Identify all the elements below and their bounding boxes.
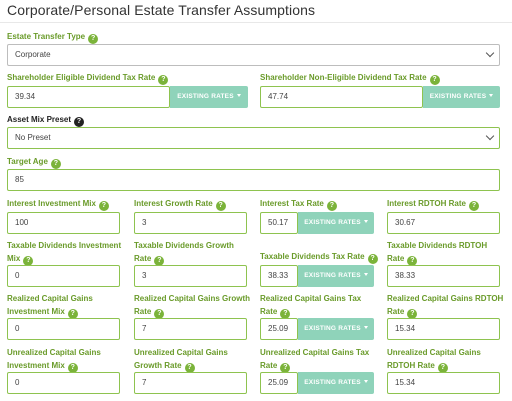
help-icon[interactable]: ?: [215, 201, 226, 211]
asset-mix-preset-label: Asset Mix Preset?: [7, 113, 85, 127]
shareholder-non-eligible-input[interactable]: 47.74: [260, 86, 423, 108]
taxable-div-investment-mix-label: Taxable Dividends Investment Mix?: [7, 241, 122, 266]
help-icon[interactable]: ?: [74, 117, 85, 127]
shareholder-non-eligible-label: Shareholder Non-Eligible Dividend Tax Ra…: [260, 71, 440, 85]
existing-rates-button[interactable]: EXISTING RATES: [298, 265, 374, 287]
interest-tax-rate-label: Interest Tax Rate?: [260, 197, 337, 211]
interest-growth-rate-input[interactable]: 3: [134, 212, 247, 234]
realized-cg-rdtoh-rate-label: Realized Capital Gains RDTOH Rate?: [387, 294, 504, 319]
caret-down-icon: [363, 380, 368, 383]
help-icon[interactable]: ?: [468, 201, 479, 211]
target-age-input[interactable]: 85: [7, 169, 500, 191]
taxable-div-investment-mix-input[interactable]: 0: [7, 265, 120, 287]
taxable-div-rdtoh-rate-label: Taxable Dividends RDTOH Rate?: [387, 241, 488, 266]
realized-cg-tax-rate-label: Realized Capital Gains Tax Rate?: [260, 294, 362, 319]
unrealized-cg-tax-rate-label: Unrealized Capital Gains Tax Rate?: [260, 348, 370, 373]
taxable-div-growth-rate-input[interactable]: 3: [134, 265, 247, 287]
interest-rdtoh-rate-label: Interest RDTOH Rate?: [387, 197, 479, 211]
interest-investment-mix-label: Interest Investment Mix?: [7, 197, 109, 211]
taxable-div-growth-rate-label: Taxable Dividends Growth Rate?: [134, 241, 234, 266]
interest-investment-mix-input[interactable]: 100: [7, 212, 120, 234]
unrealized-cg-growth-rate-label: Unrealized Capital Gains Growth Rate?: [134, 348, 228, 373]
title-divider: [0, 22, 512, 23]
target-age-label: Target Age?: [7, 155, 61, 169]
realized-cg-investment-mix-label: Realized Capital Gains Investment Mix?: [7, 294, 93, 319]
existing-rates-button[interactable]: EXISTING RATES: [298, 318, 374, 340]
realized-cg-tax-rate-input[interactable]: 25.09: [260, 318, 298, 340]
estate-transfer-type-select[interactable]: Corporate: [7, 44, 500, 66]
interest-tax-rate-input[interactable]: 50.17: [260, 212, 298, 234]
realized-cg-growth-rate-label: Realized Capital Gains Growth Rate?: [134, 294, 251, 319]
help-icon[interactable]: ?: [98, 201, 109, 211]
taxable-div-tax-rate-label: Taxable Dividends Tax Rate?: [260, 250, 378, 264]
help-icon[interactable]: ?: [158, 75, 169, 85]
help-icon[interactable]: ?: [326, 201, 337, 211]
chevron-down-icon: [485, 131, 495, 141]
caret-down-icon: [489, 94, 494, 97]
unrealized-cg-rdtoh-rate-label: Unrealized Capital Gains RDTOH Rate?: [387, 348, 481, 373]
realized-cg-rdtoh-rate-input[interactable]: 15.34: [387, 318, 500, 340]
unrealized-cg-rdtoh-rate-input[interactable]: 15.34: [387, 372, 500, 394]
realized-cg-investment-mix-input[interactable]: 0: [7, 318, 120, 340]
caret-down-icon: [363, 326, 368, 329]
caret-down-icon: [363, 273, 368, 276]
interest-growth-rate-label: Interest Growth Rate?: [134, 197, 226, 211]
help-icon[interactable]: ?: [367, 254, 378, 264]
caret-down-icon: [236, 94, 241, 97]
existing-rates-button[interactable]: EXISTING RATES: [423, 86, 500, 108]
existing-rates-button[interactable]: EXISTING RATES: [170, 86, 248, 108]
taxable-div-rdtoh-rate-input[interactable]: 38.33: [387, 265, 500, 287]
unrealized-cg-investment-mix-input[interactable]: 0: [7, 372, 120, 394]
chevron-down-icon: [485, 48, 495, 58]
shareholder-eligible-input[interactable]: 39.34: [7, 86, 170, 108]
taxable-div-tax-rate-input[interactable]: 38.33: [260, 265, 298, 287]
existing-rates-button[interactable]: EXISTING RATES: [298, 372, 374, 394]
help-icon[interactable]: ?: [88, 34, 99, 44]
shareholder-eligible-label: Shareholder Eligible Dividend Tax Rate?: [7, 71, 169, 85]
help-icon[interactable]: ?: [50, 159, 61, 169]
asset-mix-preset-select[interactable]: No Preset: [7, 127, 500, 149]
help-icon[interactable]: ?: [429, 75, 440, 85]
estate-transfer-type-label: Estate Transfer Type?: [7, 30, 99, 44]
unrealized-cg-tax-rate-input[interactable]: 25.09: [260, 372, 298, 394]
unrealized-cg-growth-rate-input[interactable]: 7: [134, 372, 247, 394]
existing-rates-button[interactable]: EXISTING RATES: [298, 212, 374, 234]
page-title: Corporate/Personal Estate Transfer Assum…: [7, 2, 316, 18]
interest-rdtoh-rate-input[interactable]: 30.67: [387, 212, 500, 234]
caret-down-icon: [363, 220, 368, 223]
realized-cg-growth-rate-input[interactable]: 7: [134, 318, 247, 340]
unrealized-cg-investment-mix-label: Unrealized Capital Gains Investment Mix?: [7, 348, 101, 373]
